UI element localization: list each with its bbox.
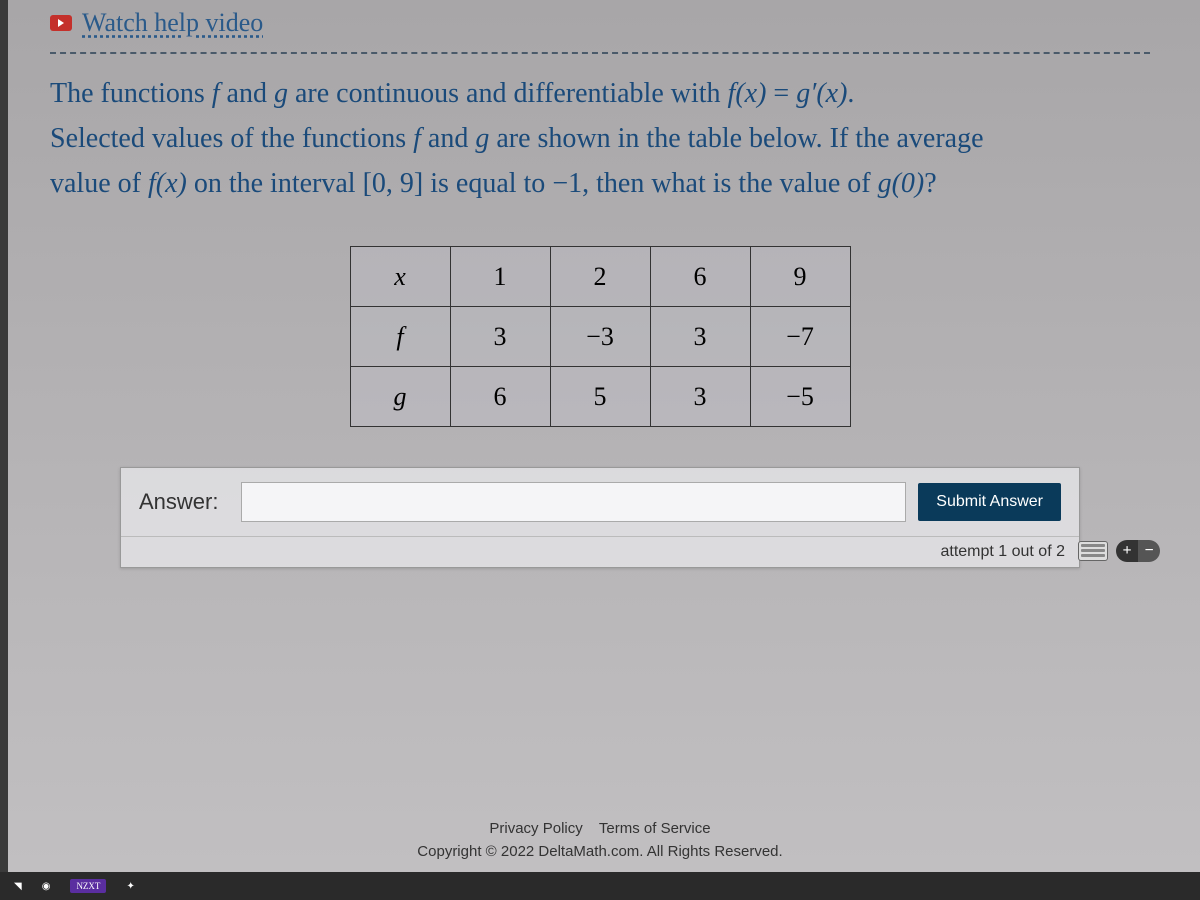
text: Selected values of the functions: [50, 123, 413, 154]
terms-of-service-link[interactable]: Terms of Service: [599, 820, 711, 837]
fx: f(x): [148, 168, 187, 199]
help-video-row: Watch help video: [20, 0, 1180, 52]
copyright-text: Copyright © 2022 DeltaMath.com. All Righ…: [0, 843, 1200, 860]
cell: 3: [650, 367, 750, 427]
var-g: g: [475, 123, 489, 154]
text: and: [220, 78, 274, 109]
taskbar-nzxt-badge[interactable]: NZXT: [70, 879, 106, 893]
answer-panel: Answer: Submit Answer attempt 1 out of 2: [120, 467, 1080, 568]
cell: −3: [550, 307, 650, 367]
text: is equal to: [423, 168, 552, 199]
header-cell: 6: [650, 247, 750, 307]
page-footer: Privacy Policy Terms of Service Copyrigh…: [0, 820, 1200, 860]
zoom-out-icon[interactable]: −: [1138, 540, 1160, 562]
submit-answer-button[interactable]: Submit Answer: [918, 483, 1061, 521]
text: and: [421, 123, 475, 154]
problem-statement: The functions f and g are continuous and…: [20, 72, 1180, 216]
var-f: f: [212, 78, 220, 109]
avg-value: −1: [552, 168, 582, 199]
header-cell: 1: [450, 247, 550, 307]
keyboard-icon[interactable]: [1078, 541, 1108, 561]
monitor-bezel-left: [0, 0, 8, 900]
privacy-policy-link[interactable]: Privacy Policy: [489, 820, 582, 837]
answer-label: Answer:: [139, 489, 229, 515]
text: are continuous and differentiable with: [288, 78, 728, 109]
watch-help-video-link[interactable]: Watch help video: [82, 8, 263, 38]
table-row: g 6 5 3 −5: [350, 367, 850, 427]
text: are shown in the table below. If the ave…: [489, 123, 983, 154]
cell: 3: [450, 307, 550, 367]
cell: −7: [750, 307, 850, 367]
taskbar-app-icon[interactable]: ◉: [42, 881, 51, 892]
text: on the interval: [187, 168, 363, 199]
zoom-controls: + −: [1116, 540, 1160, 562]
youtube-icon: [50, 15, 72, 31]
interval: [0, 9]: [363, 168, 424, 199]
header-cell: 9: [750, 247, 850, 307]
attempt-counter: attempt 1 out of 2: [121, 537, 1079, 567]
eq-rhs: g′(x): [796, 78, 847, 109]
table-row: f 3 −3 3 −7: [350, 307, 850, 367]
var-f: f: [413, 123, 421, 154]
header-x: x: [350, 247, 450, 307]
cell: 6: [450, 367, 550, 427]
cell: 3: [650, 307, 750, 367]
eq-lhs: f(x): [728, 78, 767, 109]
row-label-g: g: [350, 367, 450, 427]
input-toolbar: + −: [1078, 540, 1160, 562]
table-row: x 1 2 6 9: [350, 247, 850, 307]
g0: g(0): [878, 168, 925, 199]
os-taskbar[interactable]: ◥ ◉ NZXT ✦: [0, 872, 1200, 900]
answer-input[interactable]: [241, 482, 906, 522]
text: value of: [50, 168, 148, 199]
answer-row: Answer: Submit Answer: [121, 468, 1079, 537]
values-table: x 1 2 6 9 f 3 −3 3 −7 g 6 5 3 −5: [350, 246, 851, 427]
cell: 5: [550, 367, 650, 427]
header-cell: 2: [550, 247, 650, 307]
eq-eq: =: [766, 78, 796, 109]
var-g: g: [274, 78, 288, 109]
taskbar-app-icon[interactable]: ✦: [126, 881, 134, 892]
row-label-f: f: [350, 307, 450, 367]
period: .: [847, 78, 854, 109]
section-divider: [50, 52, 1150, 54]
text: The functions: [50, 78, 212, 109]
cell: −5: [750, 367, 850, 427]
taskbar-steam-icon[interactable]: ◥: [14, 881, 22, 892]
zoom-in-icon[interactable]: +: [1116, 540, 1138, 562]
qmark: ?: [924, 168, 936, 199]
text: , then what is the value of: [582, 168, 877, 199]
